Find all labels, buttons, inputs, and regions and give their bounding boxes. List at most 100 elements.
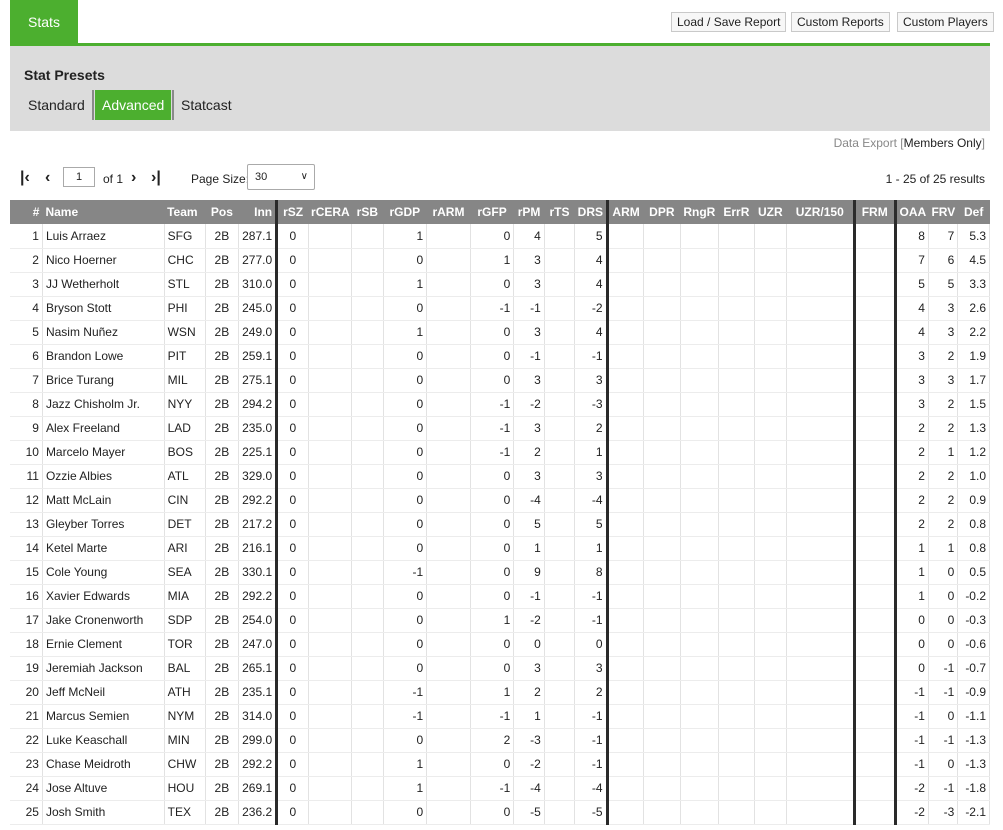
table-cell [754, 776, 788, 801]
table-row: 8 Jazz Chisholm Jr. NYY 2B 294.2 0 0 -1 -2 -3 3 2 1.… [10, 392, 990, 417]
preset-statcast[interactable]: Statcast [181, 90, 232, 120]
column-header[interactable]: rTS [544, 200, 575, 224]
table-cell: 1 [383, 776, 428, 801]
player-name-link[interactable]: Luke Keaschall [42, 728, 165, 753]
column-header[interactable]: Inn [238, 200, 279, 224]
table-cell [643, 704, 681, 729]
player-name-link[interactable]: Ketel Marte [42, 536, 165, 561]
player-name-link[interactable]: Jazz Chisholm Jr. [42, 392, 165, 417]
next-page-icon[interactable]: › [131, 170, 136, 186]
player-name-link[interactable]: Alex Freeland [42, 416, 165, 441]
player-name-link[interactable]: Chase Meidroth [42, 752, 165, 777]
table-cell: 1.3 [957, 416, 990, 441]
table-cell [426, 224, 471, 249]
column-header[interactable]: rSB [351, 200, 384, 224]
table-cell: 5 [895, 272, 929, 297]
column-header[interactable]: Def [957, 200, 990, 224]
table-cell: 1 [574, 440, 609, 465]
player-name-link[interactable]: Jose Altuve [42, 776, 165, 801]
first-page-icon[interactable]: |‹ [20, 170, 30, 186]
custom-reports-button[interactable]: Custom Reports [791, 12, 890, 32]
player-name-link[interactable]: Brice Turang [42, 368, 165, 393]
table-cell: -1.3 [957, 752, 990, 777]
table-cell [544, 608, 576, 633]
page-size-select[interactable]: 30 ∨ [247, 164, 315, 190]
player-name-link[interactable]: Cole Young [42, 560, 165, 585]
player-name-link[interactable]: Nasim Nuñez [42, 320, 165, 345]
column-header[interactable]: OAA [895, 200, 929, 224]
table-cell [754, 800, 788, 825]
column-header[interactable]: UZR [754, 200, 787, 224]
player-name-link[interactable]: Nico Hoerner [42, 248, 165, 273]
column-header[interactable]: # [10, 200, 43, 224]
table-cell [426, 296, 471, 321]
column-header[interactable]: rSZ [276, 200, 309, 224]
column-header[interactable]: ErrR [718, 200, 755, 224]
table-cell: 2B [205, 464, 239, 489]
table-cell [680, 224, 720, 249]
player-name-link[interactable]: Luis Arraez [42, 224, 165, 249]
table-cell [544, 296, 576, 321]
preset-standard[interactable]: Standard [28, 90, 85, 120]
table-cell [308, 704, 353, 729]
table-cell: 2B [205, 728, 239, 753]
preset-advanced[interactable]: Advanced [95, 90, 172, 120]
player-name-link[interactable]: Marcus Semien [42, 704, 165, 729]
table-cell: -1 [470, 392, 515, 417]
player-name-link[interactable]: Marcelo Mayer [42, 440, 165, 465]
player-name-link[interactable]: Matt McLain [42, 488, 165, 513]
table-cell [754, 752, 788, 777]
table-cell [754, 656, 788, 681]
column-header[interactable]: rGFP [470, 200, 514, 224]
player-name-link[interactable]: Ozzie Albies [42, 464, 165, 489]
column-header[interactable]: rPM [513, 200, 545, 224]
column-header[interactable]: rGDP [383, 200, 427, 224]
column-header[interactable]: DRS [574, 200, 609, 224]
column-header[interactable]: FRM [854, 200, 897, 224]
table-cell [643, 752, 681, 777]
members-only-link[interactable]: Members Only [904, 136, 982, 150]
table-cell: 0 [470, 536, 515, 561]
custom-players-button[interactable]: Custom Players [897, 12, 994, 32]
table-cell [718, 632, 755, 657]
player-name-link[interactable]: Jeff McNeil [42, 680, 165, 705]
table-cell [351, 584, 384, 609]
table-cell: 2B [205, 512, 239, 537]
player-name-link[interactable]: Josh Smith [42, 800, 165, 825]
player-name-link[interactable]: Jeremiah Jackson [42, 656, 165, 681]
table-cell: 15 [10, 560, 43, 585]
table-cell: 0 [383, 368, 428, 393]
table-row: 18 Ernie Clement TOR 2B 247.0 0 0 0 0 0 0 0 -0.6 [10, 632, 990, 657]
column-header[interactable]: DPR [643, 200, 681, 224]
column-header[interactable]: FRV [928, 200, 958, 224]
player-name-link[interactable]: Brandon Lowe [42, 344, 165, 369]
player-name-link[interactable]: Bryson Stott [42, 296, 165, 321]
table-cell: 18 [10, 632, 43, 657]
player-name-link[interactable]: Xavier Edwards [42, 584, 165, 609]
tab-stats[interactable]: Stats [10, 0, 78, 43]
column-header[interactable]: RngR [680, 200, 719, 224]
player-name-link[interactable]: Ernie Clement [42, 632, 165, 657]
column-header[interactable]: rCERA [308, 200, 352, 224]
table-cell: 254.0 [238, 608, 279, 633]
column-header[interactable]: Name [42, 200, 165, 224]
table-cell: 2 [928, 416, 959, 441]
table-cell [351, 512, 384, 537]
player-name-link[interactable]: Gleyber Torres [42, 512, 165, 537]
table-cell [544, 632, 576, 657]
last-page-icon[interactable]: ›| [151, 170, 161, 186]
column-header[interactable]: Pos [205, 200, 239, 224]
table-row: 22 Luke Keaschall MIN 2B 299.0 0 0 2 -3 -1 -1 -1 -1.… [10, 728, 990, 753]
player-name-link[interactable]: JJ Wetherholt [42, 272, 165, 297]
column-header[interactable]: ARM [607, 200, 644, 224]
page-number-input[interactable]: 1 [63, 167, 95, 187]
column-header[interactable]: rARM [426, 200, 471, 224]
table-cell: 1.2 [957, 440, 990, 465]
column-header[interactable]: Team [164, 200, 206, 224]
prev-page-icon[interactable]: ‹ [45, 170, 50, 186]
column-header[interactable]: UZR/150 [786, 200, 856, 224]
load-save-report-button[interactable]: Load / Save Report [671, 12, 787, 32]
player-name-link[interactable]: Jake Cronenworth [42, 608, 165, 633]
table-cell: 0 [383, 392, 428, 417]
table-cell: PHI [164, 296, 207, 321]
